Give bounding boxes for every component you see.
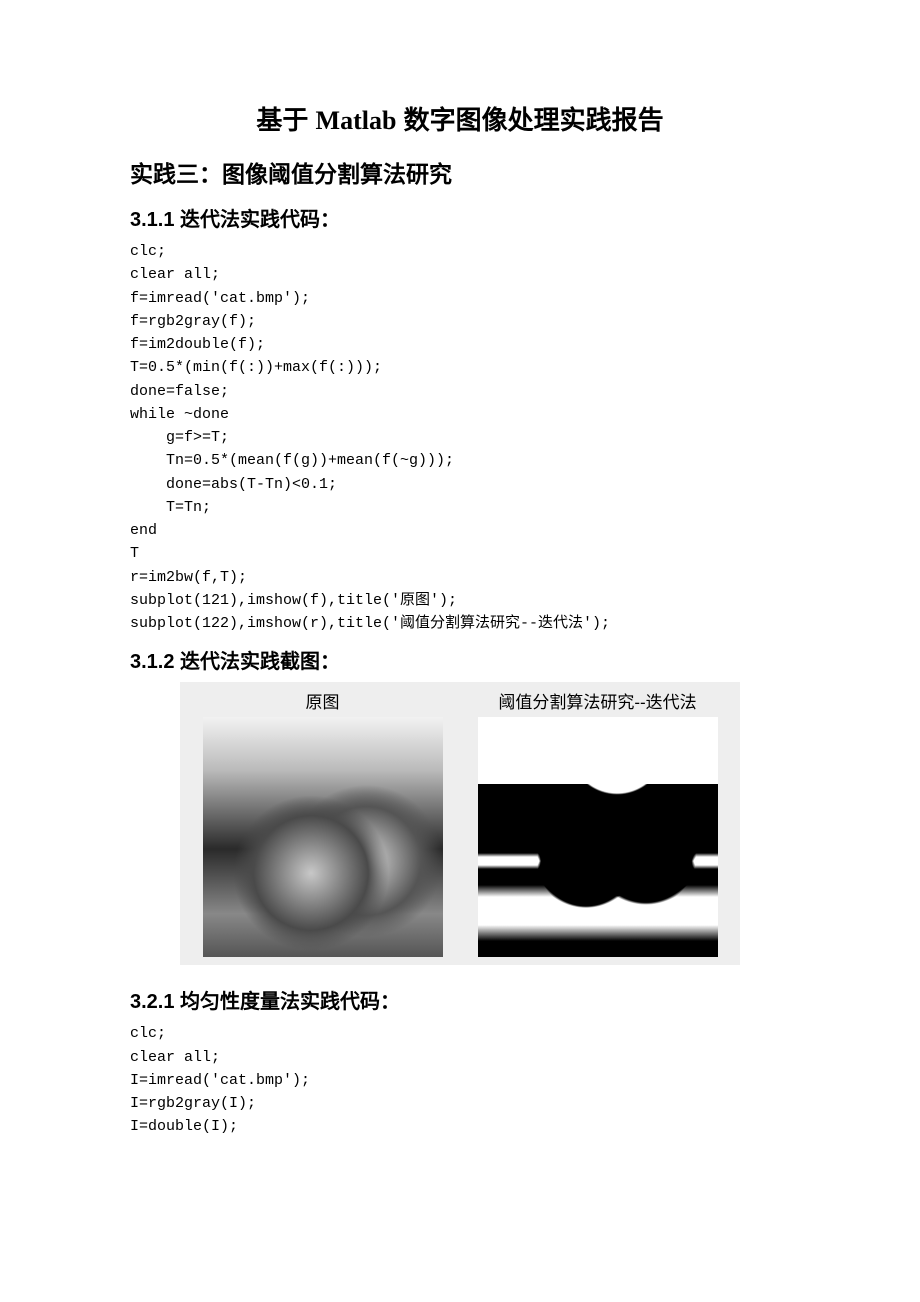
subsection-321-title: 3.2.1 均匀性度量法实践代码： xyxy=(130,985,790,1014)
figure-right-caption: 阈值分割算法研究--迭代法 xyxy=(498,688,696,713)
subsection-311-title: 3.1.1 迭代法实践代码： xyxy=(130,203,790,232)
code-block-321: clc; clear all; I=imread('cat.bmp'); I=r… xyxy=(130,1022,790,1138)
figure-left-col: 原图 xyxy=(190,688,455,957)
section-title: 实践三：图像阈值分割算法研究 xyxy=(130,155,790,189)
figure-right-image xyxy=(478,717,718,957)
main-title: 基于 Matlab 数字图像处理实践报告 xyxy=(130,100,790,137)
title-latin: Matlab xyxy=(316,106,397,135)
figure-right-col: 阈值分割算法研究--迭代法 xyxy=(465,688,730,957)
figure-left-caption: 原图 xyxy=(306,688,340,713)
title-prefix: 基于 xyxy=(256,105,315,135)
code-block-311: clc; clear all; f=imread('cat.bmp'); f=r… xyxy=(130,240,790,635)
figure-area: 原图 阈值分割算法研究--迭代法 xyxy=(180,682,740,965)
subsection-312-title: 3.1.2 迭代法实践截图： xyxy=(130,645,790,674)
figure-left-image xyxy=(203,717,443,957)
title-suffix: 数字图像处理实践报告 xyxy=(396,105,663,135)
